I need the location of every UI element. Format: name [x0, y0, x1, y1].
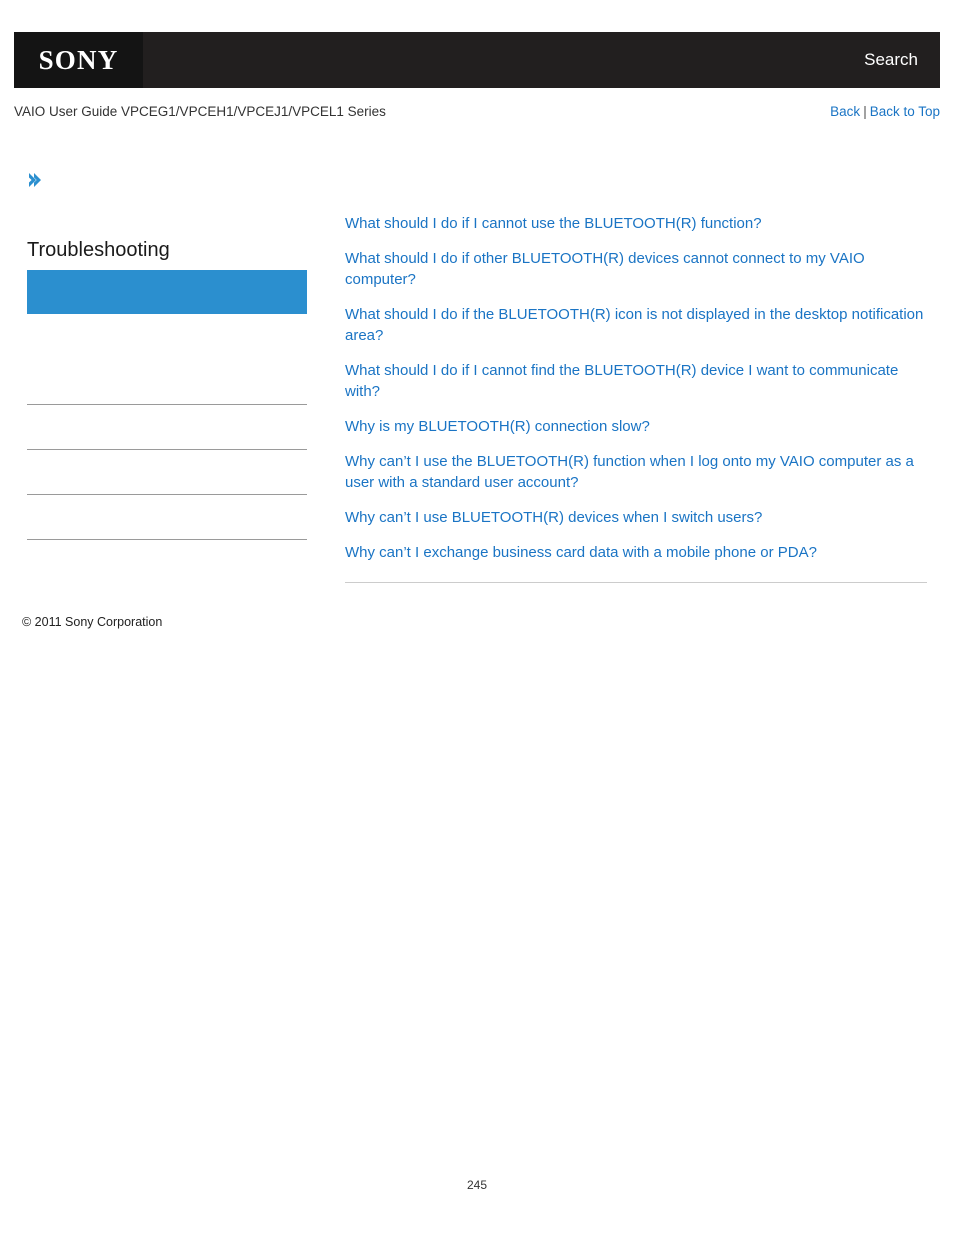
sidebar-item-2[interactable] — [27, 360, 307, 405]
sidebar-item-active[interactable] — [27, 270, 307, 314]
back-link[interactable]: Back — [830, 104, 860, 119]
double-chevron-right-icon — [27, 170, 307, 190]
main-content: What should I do if I cannot use the BLU… — [345, 213, 927, 583]
page-title: Troubleshooting — [27, 239, 170, 261]
sony-logo[interactable]: SONY — [14, 32, 143, 88]
sidebar-nav — [27, 270, 307, 540]
sony-logo-text: SONY — [38, 44, 119, 75]
guide-title: VAIO User Guide VPCEG1/VPCEH1/VPCEJ1/VPC… — [14, 103, 386, 119]
breadcrumb: VAIO User Guide VPCEG1/VPCEH1/VPCEJ1/VPC… — [14, 100, 940, 122]
faq-link[interactable]: What should I do if other BLUETOOTH(R) d… — [345, 248, 927, 290]
faq-link[interactable]: Why can’t I use BLUETOOTH(R) devices whe… — [345, 507, 927, 528]
search-button[interactable]: Search — [864, 50, 918, 70]
content-divider — [345, 582, 927, 583]
sidebar-item-4[interactable] — [27, 450, 307, 495]
faq-link[interactable]: Why can’t I use the BLUETOOTH(R) functio… — [345, 451, 927, 493]
faq-link[interactable]: Why is my BLUETOOTH(R) connection slow? — [345, 416, 927, 437]
faq-link[interactable]: Why can’t I exchange business card data … — [345, 542, 927, 563]
breadcrumb-separator: | — [863, 103, 867, 119]
faq-link[interactable]: What should I do if the BLUETOOTH(R) ico… — [345, 304, 927, 346]
page-number: 245 — [466, 1178, 488, 1192]
sidebar: Troubleshooting — [27, 170, 307, 540]
site-header: SONY Search — [14, 32, 940, 88]
sidebar-item-5[interactable] — [27, 495, 307, 540]
faq-link[interactable]: What should I do if I cannot use the BLU… — [345, 213, 927, 234]
back-to-top-link[interactable]: Back to Top — [870, 104, 940, 119]
breadcrumb-nav: Back | Back to Top — [830, 104, 940, 119]
copyright-notice: © 2011 Sony Corporation — [22, 615, 163, 629]
sidebar-item-3[interactable] — [27, 405, 307, 450]
sidebar-item-1[interactable] — [27, 314, 307, 360]
faq-link[interactable]: What should I do if I cannot find the BL… — [345, 360, 927, 402]
